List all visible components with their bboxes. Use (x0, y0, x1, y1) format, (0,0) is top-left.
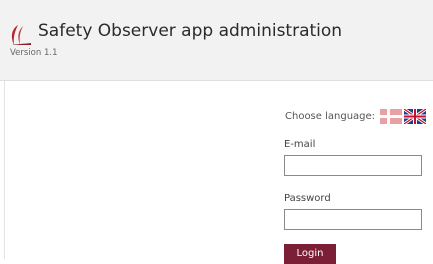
swoosh-logo-icon (11, 25, 31, 45)
password-field[interactable] (284, 209, 422, 230)
app-title: Safety Observer app administration (38, 21, 343, 41)
email-label: E-mail (284, 139, 316, 150)
login-button[interactable]: Login (284, 244, 336, 264)
language-selector: Choose language: (285, 107, 427, 125)
app-header: Safety Observer app administration Versi… (0, 0, 433, 81)
uk-flag-icon[interactable] (403, 107, 427, 125)
left-divider (4, 81, 5, 259)
email-field[interactable] (284, 155, 422, 176)
language-label: Choose language: (285, 110, 376, 122)
password-label: Password (284, 193, 331, 204)
danish-flag-icon[interactable] (380, 108, 403, 124)
version-label: Version 1.1 (10, 48, 58, 58)
